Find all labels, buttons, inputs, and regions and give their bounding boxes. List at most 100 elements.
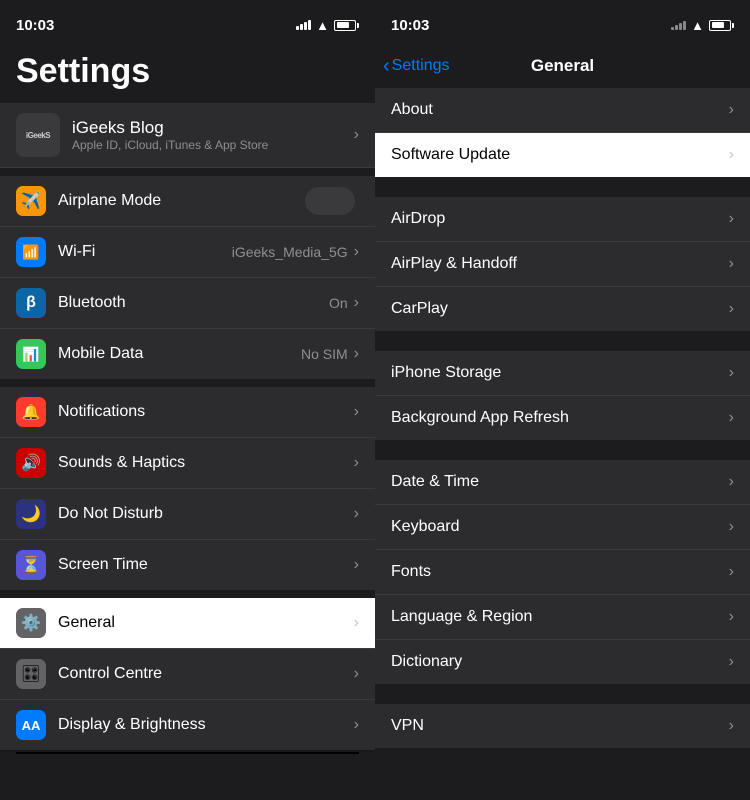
language-chevron: › xyxy=(729,608,734,626)
settings-group-notifications: 🔔 Notifications › 🔊 Sounds & Haptics › 🌙… xyxy=(0,387,375,590)
section-storage: iPhone Storage › Background App Refresh … xyxy=(375,351,750,440)
settings-item-donotdisturb[interactable]: 🌙 Do Not Disturb › xyxy=(0,489,375,540)
back-label: Settings xyxy=(392,57,450,75)
time-right: 10:03 xyxy=(391,17,429,34)
right-item-language[interactable]: Language & Region › xyxy=(375,595,750,640)
underline-indicator xyxy=(16,752,359,754)
bluetooth-value: On xyxy=(329,295,348,311)
divider-2 xyxy=(375,331,750,351)
profile-avatar: iGeekS xyxy=(16,113,60,157)
wifi-icon: ▲ xyxy=(316,18,329,33)
airplane-label: Airplane Mode xyxy=(58,192,305,210)
section-about: About › Software Update › xyxy=(375,88,750,177)
section-airdrop: AirDrop › AirPlay & Handoff › CarPlay › xyxy=(375,197,750,331)
status-bar-left: 10:03 ▲ xyxy=(0,0,375,44)
status-bar-right: 10:03 ▲ xyxy=(375,0,750,44)
wifi-settings-icon: 📶 xyxy=(16,237,46,267)
screentime-label: Screen Time xyxy=(58,556,354,574)
displaybrightness-label: Display & Brightness xyxy=(58,716,354,734)
settings-item-screentime[interactable]: ⏳ Screen Time › xyxy=(0,540,375,590)
status-icons-right: ▲ xyxy=(671,18,734,33)
settings-item-airplane[interactable]: ✈️ Airplane Mode xyxy=(0,176,375,227)
left-panel: 10:03 ▲ Settings iGeekS iGeeks Blog xyxy=(0,0,375,800)
fonts-label: Fonts xyxy=(391,563,729,581)
divider-3 xyxy=(375,440,750,460)
about-chevron: › xyxy=(729,101,734,119)
iphonestorage-label: iPhone Storage xyxy=(391,364,729,382)
wifi-chevron: › xyxy=(354,243,359,261)
settings-item-controlcentre[interactable]: 🎛 Control Centre › xyxy=(0,649,375,700)
airdrop-chevron: › xyxy=(729,210,734,228)
mobile-value: No SIM xyxy=(301,346,348,362)
settings-item-notifications[interactable]: 🔔 Notifications › xyxy=(0,387,375,438)
settings-group-display: ⚙️ General › 🎛 Control Centre › AA Displ… xyxy=(0,598,375,754)
displaybrightness-icon: AA xyxy=(16,710,46,740)
airplane-toggle[interactable] xyxy=(305,187,355,215)
general-chevron: › xyxy=(354,614,359,632)
battery-icon-right xyxy=(709,20,734,31)
carplay-label: CarPlay xyxy=(391,300,729,318)
sounds-icon: 🔊 xyxy=(16,448,46,478)
divider-4 xyxy=(375,684,750,704)
datetime-chevron: › xyxy=(729,473,734,491)
bgrefresh-label: Background App Refresh xyxy=(391,409,729,427)
donotdisturb-icon: 🌙 xyxy=(16,499,46,529)
right-item-datetime[interactable]: Date & Time › xyxy=(375,460,750,505)
notifications-label: Notifications xyxy=(58,403,354,421)
keyboard-chevron: › xyxy=(729,518,734,536)
mobile-label: Mobile Data xyxy=(58,345,301,363)
settings-item-wifi[interactable]: 📶 Wi-Fi iGeeks_Media_5G › xyxy=(0,227,375,278)
general-label: General xyxy=(58,614,354,632)
dictionary-label: Dictionary xyxy=(391,653,729,671)
right-item-carplay[interactable]: CarPlay › xyxy=(375,287,750,331)
airplay-chevron: › xyxy=(729,255,734,273)
wifi-icon-right: ▲ xyxy=(691,18,704,33)
softwareupdate-chevron: › xyxy=(729,146,734,164)
back-button[interactable]: ‹ Settings xyxy=(383,55,449,78)
profile-chevron: › xyxy=(354,126,359,144)
profile-sub: Apple ID, iCloud, iTunes & App Store xyxy=(72,138,354,152)
settings-item-bluetooth[interactable]: β Bluetooth On › xyxy=(0,278,375,329)
battery-icon xyxy=(334,20,359,31)
language-label: Language & Region xyxy=(391,608,729,626)
settings-item-displaybrightness[interactable]: AA Display & Brightness › xyxy=(0,700,375,752)
vpn-label: VPN xyxy=(391,717,729,735)
divider-1 xyxy=(375,177,750,197)
right-item-about[interactable]: About › xyxy=(375,88,750,133)
right-item-airplay[interactable]: AirPlay & Handoff › xyxy=(375,242,750,287)
softwareupdate-label: Software Update xyxy=(391,146,729,164)
signal-icon xyxy=(296,20,311,30)
status-icons-left: ▲ xyxy=(296,18,359,33)
profile-row[interactable]: iGeekS iGeeks Blog Apple ID, iCloud, iTu… xyxy=(0,103,375,168)
airplane-icon: ✈️ xyxy=(16,186,46,216)
notifications-chevron: › xyxy=(354,403,359,421)
back-chevron-icon: ‹ xyxy=(383,55,390,78)
settings-title: Settings xyxy=(0,44,375,103)
signal-icon-right xyxy=(671,21,686,30)
screentime-chevron: › xyxy=(354,556,359,574)
right-item-softwareupdate[interactable]: Software Update › xyxy=(375,133,750,177)
right-item-vpn[interactable]: VPN › xyxy=(375,704,750,748)
right-item-dictionary[interactable]: Dictionary › xyxy=(375,640,750,684)
settings-item-mobile[interactable]: 📊 Mobile Data No SIM › xyxy=(0,329,375,379)
right-item-fonts[interactable]: Fonts › xyxy=(375,550,750,595)
screentime-icon: ⏳ xyxy=(16,550,46,580)
sounds-label: Sounds & Haptics xyxy=(58,454,354,472)
bgrefresh-chevron: › xyxy=(729,409,734,427)
right-item-airdrop[interactable]: AirDrop › xyxy=(375,197,750,242)
right-item-iphonestorage[interactable]: iPhone Storage › xyxy=(375,351,750,396)
bluetooth-label: Bluetooth xyxy=(58,294,329,312)
right-item-keyboard[interactable]: Keyboard › xyxy=(375,505,750,550)
nav-title: General xyxy=(531,56,594,76)
carplay-chevron: › xyxy=(729,300,734,318)
right-panel: 10:03 ▲ ‹ Settings General xyxy=(375,0,750,800)
general-icon: ⚙️ xyxy=(16,608,46,638)
settings-item-sounds[interactable]: 🔊 Sounds & Haptics › xyxy=(0,438,375,489)
profile-name: iGeeks Blog xyxy=(72,118,354,138)
airdrop-label: AirDrop xyxy=(391,210,729,228)
iphonestorage-chevron: › xyxy=(729,364,734,382)
right-item-bgrefresh[interactable]: Background App Refresh › xyxy=(375,396,750,440)
settings-item-general[interactable]: ⚙️ General › xyxy=(0,598,375,649)
bluetooth-chevron: › xyxy=(354,294,359,312)
sounds-chevron: › xyxy=(354,454,359,472)
